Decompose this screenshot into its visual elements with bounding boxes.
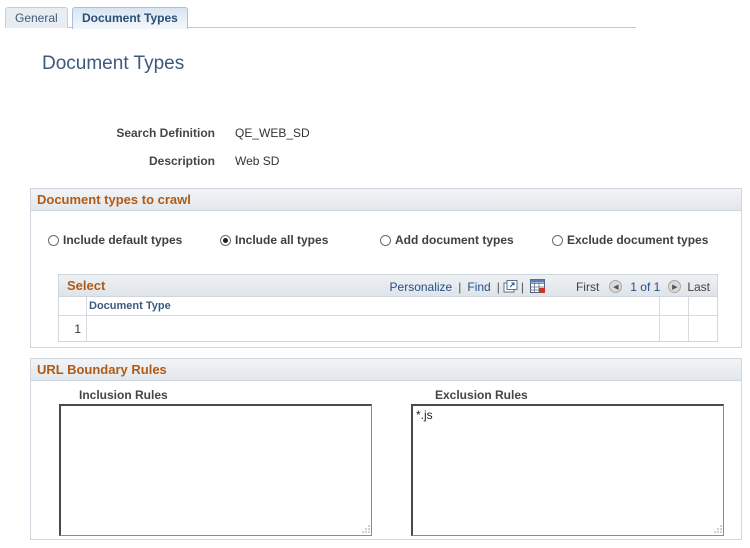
document-types-group-title: Document types to crawl xyxy=(31,189,741,211)
url-boundary-group-title: URL Boundary Rules xyxy=(31,359,741,381)
radio-exclude-document-types[interactable]: Exclude document types xyxy=(552,233,708,247)
find-link[interactable]: Find xyxy=(467,280,490,294)
first-label: First xyxy=(575,279,600,294)
exclusion-rules-textarea[interactable] xyxy=(411,404,724,536)
radio-include-all-types[interactable]: Include all types xyxy=(220,233,328,247)
resize-grip-icon[interactable] xyxy=(362,525,370,533)
row-range: 1 of 1 xyxy=(630,279,661,294)
grid-title: Select xyxy=(67,278,106,293)
row-number: 1 xyxy=(59,316,87,341)
radio-circle-exclude[interactable] xyxy=(552,234,563,246)
grid-header: Select Personalize | Find | | First ◀ 1 … xyxy=(59,275,717,297)
document-type-grid: Select Personalize | Find | | First ◀ 1 … xyxy=(58,274,718,342)
radio-label-all: Include all types xyxy=(235,233,329,247)
last-label: Last xyxy=(687,279,710,294)
separator: | xyxy=(458,279,462,294)
column-spacer xyxy=(688,297,718,316)
view-all-icon[interactable] xyxy=(503,280,518,293)
delete-row-cell xyxy=(688,316,718,341)
search-definition-label: Search Definition xyxy=(116,126,215,140)
row-number-column xyxy=(59,297,87,316)
tab-bar: General Document Types xyxy=(5,6,636,29)
tab-general[interactable]: General xyxy=(5,7,68,28)
separator: | xyxy=(520,279,524,294)
add-row-cell xyxy=(659,316,689,341)
inclusion-rules-label: Inclusion Rules xyxy=(79,388,168,402)
download-grid-icon[interactable] xyxy=(529,279,546,294)
grid-column-header: Document Type xyxy=(59,297,717,316)
tab-document-types[interactable]: Document Types xyxy=(72,7,188,29)
radio-label-default: Include default types xyxy=(63,233,183,247)
description-value: Web SD xyxy=(235,154,280,168)
radio-circle-default[interactable] xyxy=(48,234,59,246)
table-row: 1 xyxy=(59,316,717,341)
radio-include-default-types[interactable]: Include default types xyxy=(48,233,182,247)
page-title: Document Types xyxy=(42,53,185,74)
description-label: Description xyxy=(148,154,215,168)
personalize-link[interactable]: Personalize xyxy=(390,280,453,294)
resize-grip-icon[interactable] xyxy=(714,525,722,533)
next-icon[interactable]: ▶ xyxy=(668,280,682,293)
radio-circle-all[interactable] xyxy=(220,234,231,246)
exclusion-rules-label: Exclusion Rules xyxy=(435,388,528,402)
search-definition-value: QE_WEB_SD xyxy=(235,126,310,140)
column-document-type[interactable]: Document Type xyxy=(89,300,171,312)
column-spacer xyxy=(659,297,689,316)
radio-circle-add[interactable] xyxy=(380,234,391,246)
radio-label-exclude: Exclude document types xyxy=(567,233,709,247)
radio-add-document-types[interactable]: Add document types xyxy=(380,233,514,247)
previous-icon[interactable]: ◀ xyxy=(609,280,623,293)
separator: | xyxy=(496,279,500,294)
radio-label-add: Add document types xyxy=(395,233,514,247)
inclusion-rules-textarea[interactable] xyxy=(59,404,372,536)
grid-navigation: Personalize | Find | | First ◀ 1 of 1 ▶ … xyxy=(390,279,710,294)
